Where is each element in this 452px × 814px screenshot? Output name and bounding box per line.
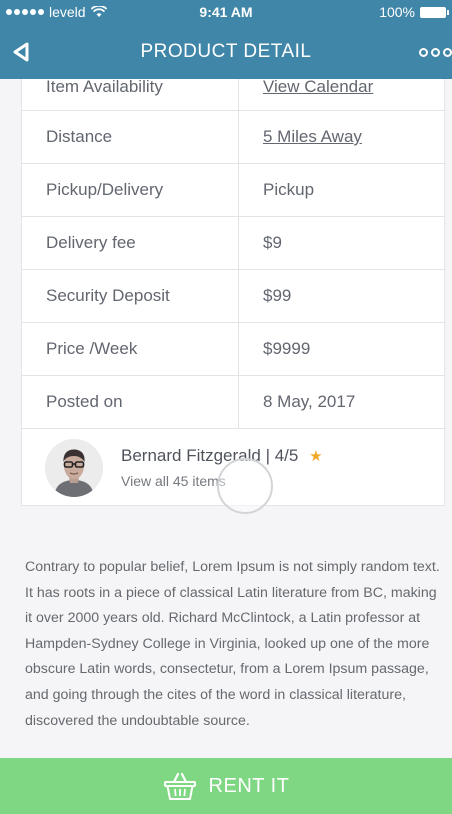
owner-name-rating: Bernard Fitzgerald | 4/5 ★	[121, 446, 323, 466]
product-details-table: Item Availability View Calendar Distance…	[21, 59, 445, 514]
detail-value: $9999	[263, 339, 311, 358]
more-dots-icon[interactable]	[419, 48, 452, 57]
detail-row-delivery-fee: Delivery fee $9	[22, 217, 444, 270]
app-header: leveld 9:41 AM 100% PRODUCT DETAIL	[0, 0, 452, 79]
page-title: PRODUCT DETAIL	[140, 41, 312, 62]
detail-value: $99	[263, 286, 292, 305]
user-photo-icon	[45, 439, 103, 497]
view-all-items-link[interactable]: View all 45 items	[121, 473, 226, 489]
status-bar: leveld 9:41 AM 100%	[0, 0, 452, 24]
distance-link[interactable]: 5 Miles Away	[239, 111, 444, 163]
detail-row-deposit: Security Deposit $99	[22, 270, 444, 323]
detail-value: $9	[263, 233, 282, 252]
battery-icon	[420, 6, 449, 18]
avatar[interactable]	[45, 439, 103, 497]
detail-label: Delivery fee	[22, 217, 239, 269]
detail-row-posted: Posted on 8 May, 2017	[22, 376, 444, 429]
owner-rating: | 4/5	[265, 446, 299, 465]
detail-row-price: Price /Week $9999	[22, 323, 444, 376]
battery-percent: 100%	[379, 4, 415, 20]
touch-indicator	[217, 458, 273, 514]
nav-bar: PRODUCT DETAIL	[0, 24, 452, 79]
detail-label: Posted on	[22, 376, 239, 428]
detail-label: Security Deposit	[22, 270, 239, 322]
product-description: Contrary to popular belief, Lorem Ipsum …	[25, 559, 440, 729]
detail-row-pickup: Pickup/Delivery Pickup	[22, 164, 444, 217]
detail-value: 8 May, 2017	[263, 392, 356, 411]
detail-label: Price /Week	[22, 323, 239, 375]
detail-label: Distance	[22, 111, 239, 163]
basket-icon	[163, 772, 196, 800]
battery-status: 100%	[379, 4, 449, 20]
rent-it-button[interactable]: RENT IT	[0, 758, 452, 814]
owner-card[interactable]: Bernard Fitzgerald | 4/5 ★ View all 45 i…	[22, 429, 444, 514]
detail-label: Pickup/Delivery	[22, 164, 239, 216]
rent-it-label: RENT IT	[208, 774, 290, 797]
detail-value: Pickup	[263, 180, 315, 199]
star-icon: ★	[309, 448, 323, 465]
detail-row-distance: Distance 5 Miles Away	[22, 111, 444, 164]
